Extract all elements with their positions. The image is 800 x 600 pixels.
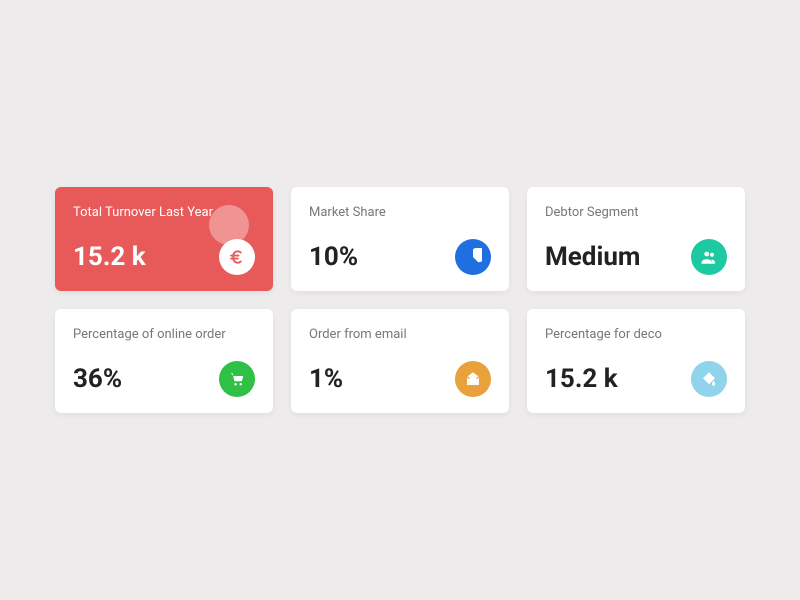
card-label: Percentage for deco [545, 327, 727, 342]
paint-bucket-icon [691, 361, 727, 397]
card-value: Medium [545, 244, 640, 270]
card-bottom-row: 15.2 k [545, 361, 727, 397]
card-label: Debtor Segment [545, 205, 727, 220]
card-deco[interactable]: Percentage for deco 15.2 k [527, 309, 745, 413]
card-bottom-row: 1% [309, 361, 491, 397]
card-value: 10% [309, 244, 358, 270]
users-icon [691, 239, 727, 275]
card-bottom-row: 10% [309, 239, 491, 275]
card-label: Percentage of online order [73, 327, 255, 342]
card-value: 1% [309, 366, 343, 392]
card-label: Total Turnover Last Year [73, 205, 255, 220]
card-value: 15.2 k [73, 244, 146, 270]
card-value: 36% [73, 366, 122, 392]
card-market-share[interactable]: Market Share 10% [291, 187, 509, 291]
cart-icon [219, 361, 255, 397]
euro-icon [219, 239, 255, 275]
card-bottom-row: 36% [73, 361, 255, 397]
card-debtor-segment[interactable]: Debtor Segment Medium [527, 187, 745, 291]
stats-grid: Total Turnover Last Year 15.2 k Market S… [55, 187, 745, 413]
card-total-turnover[interactable]: Total Turnover Last Year 15.2 k [55, 187, 273, 291]
card-order-email[interactable]: Order from email 1% [291, 309, 509, 413]
pie-chart-icon [455, 239, 491, 275]
card-bottom-row: Medium [545, 239, 727, 275]
card-online-order[interactable]: Percentage of online order 36% [55, 309, 273, 413]
card-bottom-row: 15.2 k [73, 239, 255, 275]
envelope-open-icon [455, 361, 491, 397]
card-label: Order from email [309, 327, 491, 342]
card-value: 15.2 k [545, 366, 618, 392]
card-label: Market Share [309, 205, 491, 220]
